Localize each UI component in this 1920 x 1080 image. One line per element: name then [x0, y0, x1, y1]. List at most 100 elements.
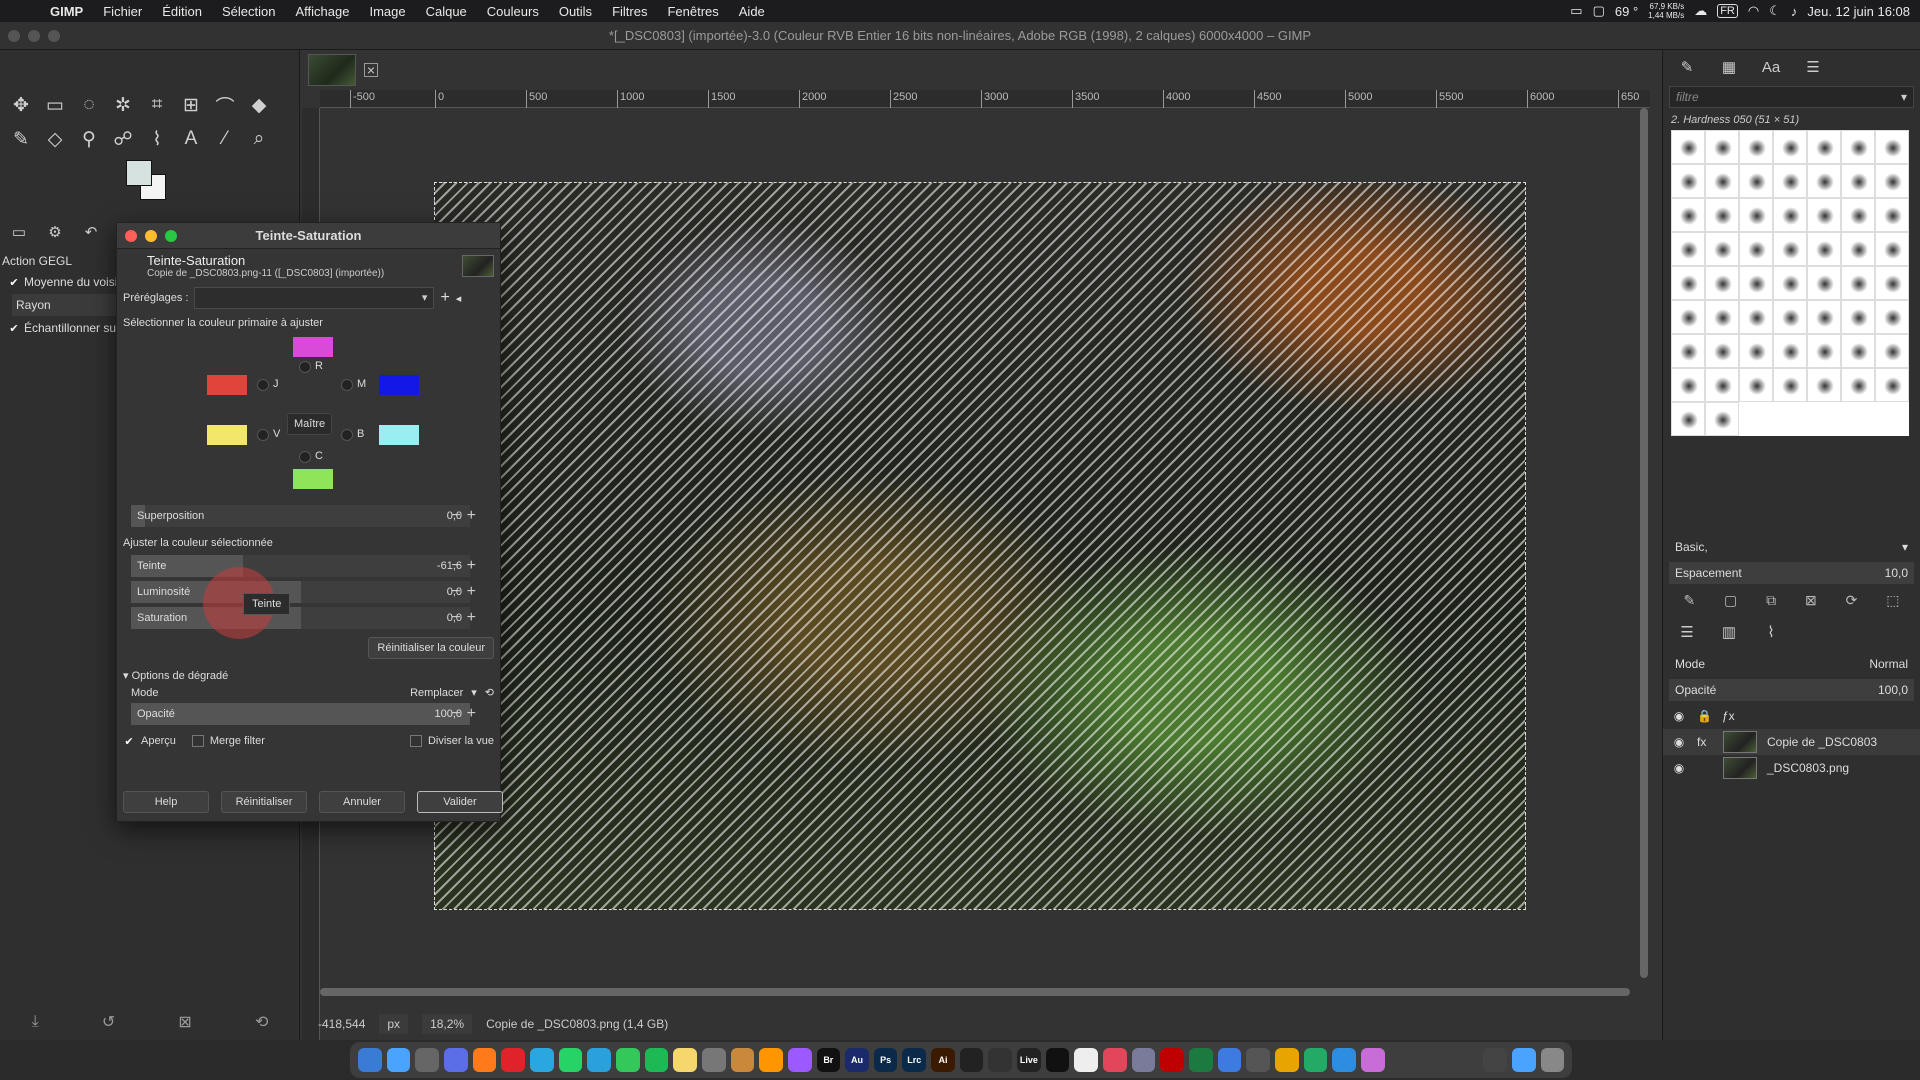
- bridge-icon[interactable]: Br: [816, 1048, 841, 1072]
- brush-item[interactable]: [1671, 402, 1705, 436]
- help-button[interactable]: Help: [123, 791, 209, 813]
- brush-item[interactable]: [1875, 232, 1909, 266]
- volume-icon[interactable]: ♪: [1791, 4, 1798, 19]
- preset-menu-icon[interactable]: ◂: [456, 292, 462, 305]
- foreground-color[interactable]: [126, 160, 152, 186]
- brush-item[interactable]: [1841, 266, 1875, 300]
- brush-item[interactable]: [1807, 334, 1841, 368]
- display-icon[interactable]: ▢: [1593, 3, 1605, 19]
- app-icon[interactable]: [1045, 1048, 1070, 1072]
- brush-item[interactable]: [1841, 368, 1875, 402]
- master-button[interactable]: Maître: [287, 413, 333, 435]
- menu-edition[interactable]: Édition: [152, 4, 212, 19]
- brush-item[interactable]: [1739, 198, 1773, 232]
- folder-icon[interactable]: [1511, 1048, 1536, 1072]
- notes-icon[interactable]: [673, 1048, 697, 1072]
- menu-outils[interactable]: Outils: [549, 4, 602, 19]
- brush-item[interactable]: [1671, 130, 1705, 164]
- lasso-icon[interactable]: ◌: [72, 88, 106, 122]
- plus-icon[interactable]: +: [467, 557, 476, 575]
- plus-icon[interactable]: +: [467, 507, 476, 525]
- brush-item[interactable]: [1739, 300, 1773, 334]
- minus-icon[interactable]: −: [451, 583, 460, 601]
- reset-color-button[interactable]: Réinitialiser la couleur: [368, 637, 494, 659]
- brush-item[interactable]: [1671, 266, 1705, 300]
- color-picker-icon[interactable]: ⁄: [208, 122, 242, 156]
- brush-item[interactable]: [1875, 130, 1909, 164]
- smudge-icon[interactable]: ☍: [106, 122, 140, 156]
- opacity-stepper[interactable]: − +: [451, 703, 476, 725]
- wifi-icon[interactable]: ◠: [1748, 3, 1759, 19]
- messages-icon[interactable]: [615, 1048, 640, 1072]
- brush-item[interactable]: [1875, 368, 1909, 402]
- radius-field[interactable]: Rayon: [12, 294, 117, 316]
- brush-item[interactable]: [1875, 266, 1909, 300]
- brush-item[interactable]: [1841, 232, 1875, 266]
- overlap-stepper[interactable]: − +: [451, 505, 476, 527]
- brush-item[interactable]: [1705, 164, 1739, 198]
- audition-icon[interactable]: Au: [845, 1048, 869, 1072]
- brush-item[interactable]: [1841, 130, 1875, 164]
- brush-item[interactable]: [1773, 334, 1807, 368]
- brush-item[interactable]: [1705, 266, 1739, 300]
- photoshop-icon[interactable]: Ps: [873, 1048, 898, 1072]
- mode-select[interactable]: Remplacer: [410, 687, 463, 699]
- radio-b[interactable]: [341, 429, 353, 441]
- blend-options-toggle[interactable]: ▾ Options de dégradé: [117, 663, 500, 684]
- brush-item[interactable]: [1773, 232, 1807, 266]
- brush-item[interactable]: [1739, 232, 1773, 266]
- firefox-icon[interactable]: [472, 1048, 497, 1072]
- mail-icon[interactable]: [529, 1048, 554, 1072]
- app-icon[interactable]: [415, 1048, 439, 1072]
- brush-item[interactable]: [1841, 164, 1875, 198]
- eraser-icon[interactable]: ◇: [38, 122, 72, 156]
- excel-icon[interactable]: [1189, 1048, 1213, 1072]
- channels-tab-icon[interactable]: ▥: [1715, 623, 1743, 641]
- delete-options-icon[interactable]: ⊠: [178, 1012, 191, 1032]
- app-icon[interactable]: [959, 1048, 984, 1072]
- minimize-icon[interactable]: [145, 230, 157, 242]
- brush-item[interactable]: [1773, 300, 1807, 334]
- restore-options-icon[interactable]: ↺: [102, 1012, 115, 1032]
- radio-m[interactable]: [341, 379, 353, 391]
- duplicate-brush-icon[interactable]: ⧉: [1766, 592, 1776, 609]
- brush-item[interactable]: [1739, 368, 1773, 402]
- unit-select[interactable]: px: [379, 1014, 409, 1034]
- brush-item[interactable]: [1671, 198, 1705, 232]
- temperature-text[interactable]: 69 °: [1615, 4, 1638, 19]
- close-icon[interactable]: [8, 30, 20, 42]
- move-tool-icon[interactable]: ✥: [4, 88, 38, 122]
- eye-icon[interactable]: ◉: [1671, 761, 1687, 775]
- brush-item[interactable]: [1739, 266, 1773, 300]
- mode-switch-icon[interactable]: ⟲: [485, 686, 494, 699]
- chevron-down-icon[interactable]: ▾: [471, 686, 477, 699]
- overlap-slider[interactable]: Superposition 0,0 − +: [131, 505, 476, 527]
- refresh-brushes-icon[interactable]: ⟳: [1846, 592, 1858, 609]
- app-icon[interactable]: [787, 1048, 812, 1072]
- plus-icon[interactable]: +: [467, 705, 476, 723]
- clock[interactable]: Jeu. 12 juin 16:08: [1807, 4, 1910, 19]
- input-language[interactable]: FR: [1717, 4, 1738, 18]
- brush-item[interactable]: [1739, 334, 1773, 368]
- horizontal-ruler[interactable]: -500 0 500 1000 1500 2000 2500 3000 3500…: [320, 90, 1650, 108]
- delete-brush-icon[interactable]: ⊠: [1805, 592, 1817, 609]
- brush-item[interactable]: [1671, 300, 1705, 334]
- cancel-button[interactable]: Annuler: [319, 791, 405, 813]
- presets-select[interactable]: [194, 287, 435, 309]
- brush-item[interactable]: [1875, 164, 1909, 198]
- radio-c[interactable]: [299, 451, 311, 463]
- app-icon[interactable]: [759, 1048, 783, 1072]
- minus-icon[interactable]: −: [451, 507, 460, 525]
- brush-item[interactable]: [1807, 368, 1841, 402]
- brush-item[interactable]: [1705, 402, 1739, 436]
- unity-icon[interactable]: [1074, 1048, 1099, 1072]
- radio-j[interactable]: [257, 379, 269, 391]
- app-icon[interactable]: [730, 1048, 755, 1072]
- layer-fx[interactable]: fx: [1697, 735, 1713, 749]
- brush-item[interactable]: [1773, 266, 1807, 300]
- lightness-stepper[interactable]: − +: [451, 581, 476, 603]
- brush-item[interactable]: [1807, 300, 1841, 334]
- eye-icon[interactable]: ◉: [1671, 709, 1687, 723]
- eye-icon[interactable]: ◉: [1671, 735, 1687, 749]
- paths-icon[interactable]: ⌇: [140, 122, 174, 156]
